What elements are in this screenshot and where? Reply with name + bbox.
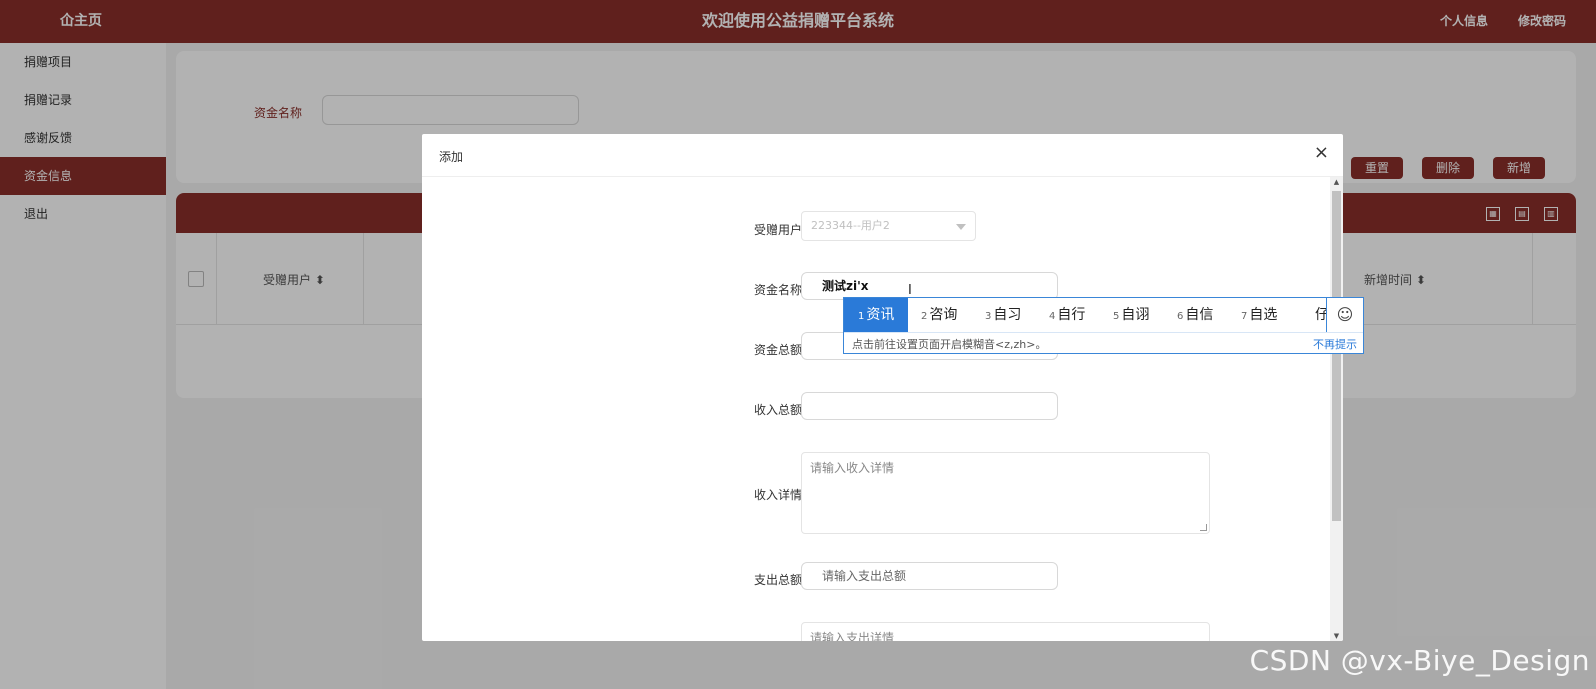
income-detail-textarea[interactable]: 请输入收入详情: [801, 452, 1210, 534]
recipient-label: 受赠用户: [753, 223, 802, 237]
ime-candidate-popup: 1 资讯 2 咨询 3 自习 4 自行 5 自诩 6 自信 7 自选 仔 ☺ 点击前往设置页面…: [843, 297, 1364, 354]
ime-candidate[interactable]: 6 自信: [1177, 298, 1213, 332]
watermark-text: CSDN @vx-Biye_Design: [1249, 644, 1590, 677]
ime-dismiss-link[interactable]: 不再提示: [1313, 336, 1357, 352]
dialog-scrollbar[interactable]: ▲ ▼: [1330, 177, 1343, 641]
expense-detail-textarea[interactable]: 请输入支出详情: [801, 622, 1210, 641]
income-total-input[interactable]: [801, 392, 1058, 420]
recipient-select-value: 223344--用户2: [811, 219, 890, 232]
fund-name-label: 资金名称: [753, 283, 802, 297]
income-detail-label: 收入详情: [753, 488, 802, 502]
chevron-down-icon: [956, 224, 966, 230]
expense-detail-placeholder: 请输入支出详情: [810, 631, 895, 641]
ime-candidate-row: 1 资讯 2 咨询 3 自习 4 自行 5 自诩 6 自信 7 自选 仔 ☺: [844, 298, 1363, 333]
dialog-header: 添加 ×: [422, 134, 1343, 177]
scroll-down-icon[interactable]: ▼: [1332, 632, 1341, 640]
text-cursor-icon: Ⅰ: [908, 283, 912, 298]
emoji-icon[interactable]: ☺: [1326, 298, 1363, 332]
expense-total-input[interactable]: 请输入支出总额: [801, 562, 1058, 590]
ime-candidate[interactable]: 4 自行: [1049, 298, 1085, 332]
close-icon[interactable]: ×: [1314, 142, 1329, 163]
ime-candidate[interactable]: 5 自诩: [1113, 298, 1149, 332]
fund-total-label: 资金总额: [753, 343, 802, 357]
income-detail-placeholder: 请输入收入详情: [810, 461, 895, 475]
dialog-body: 受赠用户 223344--用户2 资金名称 测试zi'x 资金总额 收入总额 收…: [422, 177, 1328, 641]
ime-candidate[interactable]: 3 自习: [985, 298, 1021, 332]
ime-candidate[interactable]: 1 资讯: [844, 298, 909, 332]
fund-name-input[interactable]: 测试zi'x: [801, 272, 1058, 300]
scroll-up-icon[interactable]: ▲: [1332, 178, 1341, 186]
dialog-title: 添加: [439, 150, 464, 164]
recipient-select[interactable]: 223344--用户2: [801, 211, 976, 241]
scrollbar-thumb[interactable]: [1332, 191, 1341, 521]
ime-candidate[interactable]: 7 自选: [1241, 298, 1277, 332]
income-total-label: 收入总额: [753, 403, 802, 417]
expense-total-label: 支出总额: [753, 573, 802, 587]
add-dialog: 添加 × 受赠用户 223344--用户2 资金名称 测试zi'x 资金总额 收…: [422, 134, 1343, 641]
fund-name-value: 测试zi'x: [822, 279, 869, 293]
ime-hint-text[interactable]: 点击前往设置页面开启模糊音<z,zh>。: [852, 336, 1046, 352]
resize-handle-icon[interactable]: [1200, 524, 1207, 531]
ime-candidate[interactable]: 2 咨询: [921, 298, 957, 332]
expense-total-placeholder: 请输入支出总额: [822, 569, 907, 583]
